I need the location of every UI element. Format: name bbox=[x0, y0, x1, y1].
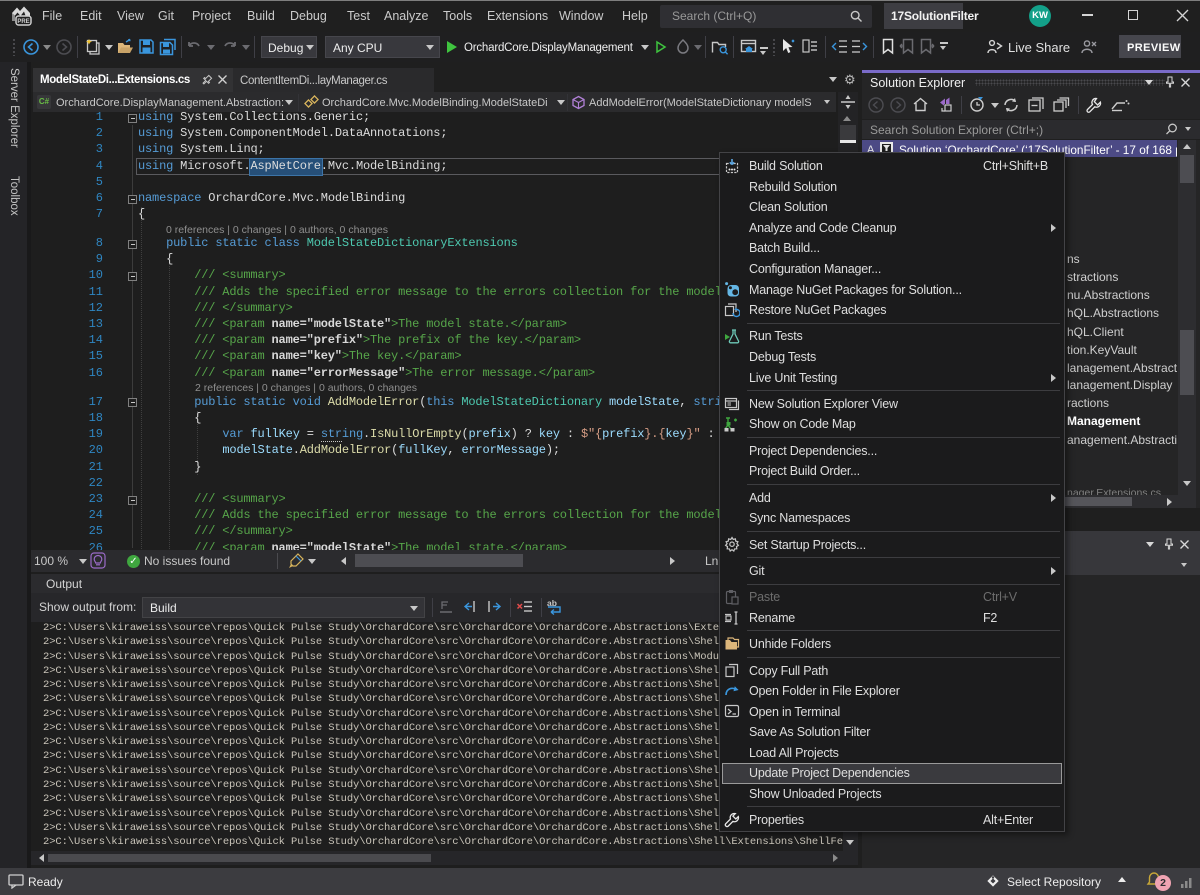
svg-text:PRE: PRE bbox=[17, 19, 29, 25]
